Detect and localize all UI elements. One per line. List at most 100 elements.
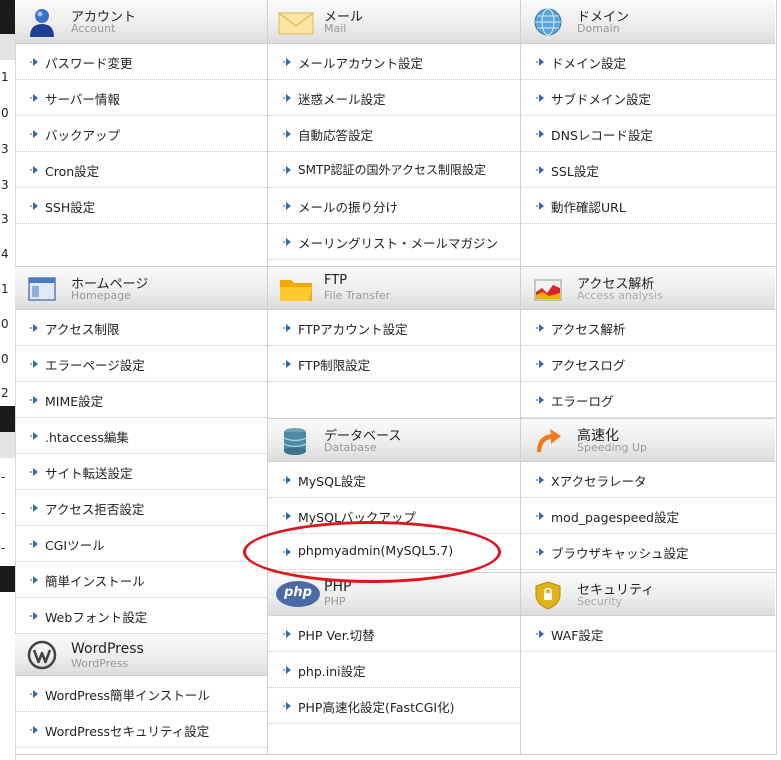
- section-header-homepage: ホームページ Homepage: [15, 266, 267, 310]
- menu-item-ftp-account[interactable]: FTPアカウント設定: [268, 310, 520, 346]
- arrow-right-icon: [30, 94, 38, 102]
- strip-value: 2: [1, 386, 9, 400]
- menu-item-access-deny[interactable]: アクセス拒否設定: [15, 490, 267, 526]
- menu-item-label: PHP Ver.切替: [298, 628, 375, 643]
- section-access-analysis: アクセス解析 Access analysis アクセス解析 アクセスログ エラー…: [521, 266, 775, 418]
- menu-item-label: FTPアカウント設定: [298, 322, 408, 337]
- menu-item-web-font[interactable]: Webフォント設定: [15, 598, 267, 634]
- arrow-right-icon: [536, 94, 544, 102]
- menu-item-mime[interactable]: MIME設定: [15, 382, 267, 418]
- arrow-right-icon: [536, 166, 544, 174]
- arrow-right-icon: [283, 58, 291, 66]
- section-subtitle: File Transfer: [324, 289, 391, 302]
- menu-item-domain-settings[interactable]: ドメイン設定: [521, 44, 775, 80]
- strip-header-dark: [0, 566, 15, 592]
- menu-item-password-change[interactable]: パスワード変更: [15, 44, 267, 80]
- menu-item-mysql[interactable]: MySQL設定: [268, 462, 520, 498]
- menu-item-dns-record[interactable]: DNSレコード設定: [521, 116, 775, 152]
- menu-item-php-ini[interactable]: php.ini設定: [268, 652, 520, 688]
- menu-item-ssh[interactable]: SSH設定: [15, 188, 267, 224]
- section-subtitle: PHP: [324, 595, 346, 608]
- menu-item-server-info[interactable]: サーバー情報: [15, 80, 267, 116]
- menu-item-label: バックアップ: [45, 128, 121, 143]
- strip-header-dark: [0, 0, 15, 34]
- arrow-right-icon: [536, 512, 544, 520]
- menu-item-label: SSH設定: [45, 200, 96, 215]
- section-subtitle: Homepage: [71, 289, 131, 302]
- menu-item-mail-account[interactable]: メールアカウント設定: [268, 44, 520, 80]
- section-title: FTP: [324, 273, 348, 288]
- menu-item-php-version[interactable]: PHP Ver.切替: [268, 616, 520, 652]
- arrow-right-icon: [536, 476, 544, 484]
- menu-item-access-restriction[interactable]: アクセス制限: [15, 310, 267, 346]
- section-speed-up: 高速化 Speeding Up Xアクセラレータ mod_pagespeed設定…: [521, 418, 775, 570]
- arrow-right-icon: [536, 548, 544, 556]
- window-icon: [28, 277, 56, 301]
- strip-header-dark: [0, 406, 15, 432]
- menu-item-spam[interactable]: 迷惑メール設定: [268, 80, 520, 116]
- menu-item-browser-cache[interactable]: ブラウザキャッシュ設定: [521, 534, 775, 570]
- menu-item-site-redirect[interactable]: サイト転送設定: [15, 454, 267, 490]
- menu-column-2: メール Mail メールアカウント設定 迷惑メール設定 自動応答設定 SMTP認…: [268, 0, 521, 754]
- menu-item-cron[interactable]: Cron設定: [15, 152, 267, 188]
- section-title: WordPress: [71, 641, 144, 657]
- section-header-speed-up: 高速化 Speeding Up: [521, 418, 775, 462]
- section-header-security: セキュリティ Security: [521, 572, 775, 616]
- menu-item-wordpress-security[interactable]: WordPressセキュリティ設定: [15, 712, 267, 748]
- menu-item-label: パスワード変更: [45, 56, 133, 71]
- menu-item-label: DNSレコード設定: [551, 128, 653, 143]
- chart-icon: [534, 279, 562, 301]
- menu-item-access-analysis[interactable]: アクセス解析: [521, 310, 775, 346]
- menu-item-check-url[interactable]: 動作確認URL: [521, 188, 775, 224]
- menu-item-subdomain[interactable]: サブドメイン設定: [521, 80, 775, 116]
- menu-item-mailing-list[interactable]: メーリングリスト・メールマガジン: [268, 224, 520, 260]
- menu-item-error-page[interactable]: エラーページ設定: [15, 346, 267, 382]
- menu-item-label: MIME設定: [45, 394, 104, 409]
- section-subtitle: Account: [71, 22, 116, 35]
- section-subtitle: Security: [577, 595, 623, 608]
- strip-value: 4: [1, 247, 9, 261]
- menu-item-htaccess[interactable]: .htaccess編集: [15, 418, 267, 454]
- arrow-right-icon: [283, 512, 291, 520]
- menu-item-ssl[interactable]: SSL設定: [521, 152, 775, 188]
- section-subtitle: Speeding Up: [577, 441, 648, 454]
- arrow-right-icon: [30, 130, 38, 138]
- section-php: php PHP PHP PHP Ver.切替 php.ini設定 PHP高速化設…: [268, 572, 520, 724]
- menu-item-ftp-restriction[interactable]: FTP制限設定: [268, 346, 520, 382]
- menu-item-label: ブラウザキャッシュ設定: [551, 546, 689, 561]
- menu-item-wordpress-install[interactable]: WordPress簡単インストール: [15, 676, 267, 712]
- menu-item-label: php.ini設定: [298, 664, 366, 679]
- menu-item-easy-install[interactable]: 簡単インストール: [15, 562, 267, 598]
- menu-item-cgi-tools[interactable]: CGIツール: [15, 526, 267, 562]
- arrow-right-icon: [30, 690, 38, 698]
- menu-item-x-accelerator[interactable]: Xアクセラレータ: [521, 462, 775, 498]
- menu-item-access-log[interactable]: アクセスログ: [521, 346, 775, 382]
- menu-item-auto-reply[interactable]: 自動応答設定: [268, 116, 520, 152]
- menu-item-backup[interactable]: バックアップ: [15, 116, 267, 152]
- menu-item-label: サイト転送設定: [45, 466, 133, 481]
- strip-header-gray: [0, 34, 15, 60]
- section-wordpress: WordPress WordPress WordPress簡単インストール Wo…: [15, 634, 267, 748]
- menu-item-error-log[interactable]: エラーログ: [521, 382, 775, 418]
- menu-item-label: MySQL設定: [298, 474, 366, 489]
- menu-item-mod-pagespeed[interactable]: mod_pagespeed設定: [521, 498, 775, 534]
- section-domain: ドメイン Domain ドメイン設定 サブドメイン設定 DNSレコード設定 SS…: [521, 0, 775, 224]
- arrow-right-icon: [283, 666, 291, 674]
- section-header-wordpress: WordPress WordPress: [15, 634, 267, 676]
- arrow-right-icon: [283, 94, 291, 102]
- menu-item-label: メールの振り分け: [298, 200, 399, 215]
- arrow-right-icon: [30, 504, 38, 512]
- control-panel-menu: アカウント Account パスワード変更 サーバー情報 バックアップ Cron…: [15, 0, 777, 755]
- menu-item-php-fastcgi[interactable]: PHP高速化設定(FastCGI化): [268, 688, 520, 724]
- speed-arrow-icon: [537, 429, 561, 452]
- menu-item-smtp-restriction[interactable]: SMTP認証の国外アクセス制限設定: [268, 152, 520, 188]
- arrow-right-icon: [30, 468, 38, 476]
- arrow-right-icon: [30, 540, 38, 548]
- menu-item-label: エラーページ設定: [45, 358, 145, 373]
- menu-item-mail-filter[interactable]: メールの振り分け: [268, 188, 520, 224]
- menu-item-waf[interactable]: WAF設定: [521, 616, 775, 652]
- section-subtitle: WordPress: [71, 657, 129, 670]
- section-security: セキュリティ Security WAF設定: [521, 572, 775, 652]
- arrow-right-icon: [30, 58, 38, 66]
- arrow-right-icon: [30, 726, 38, 734]
